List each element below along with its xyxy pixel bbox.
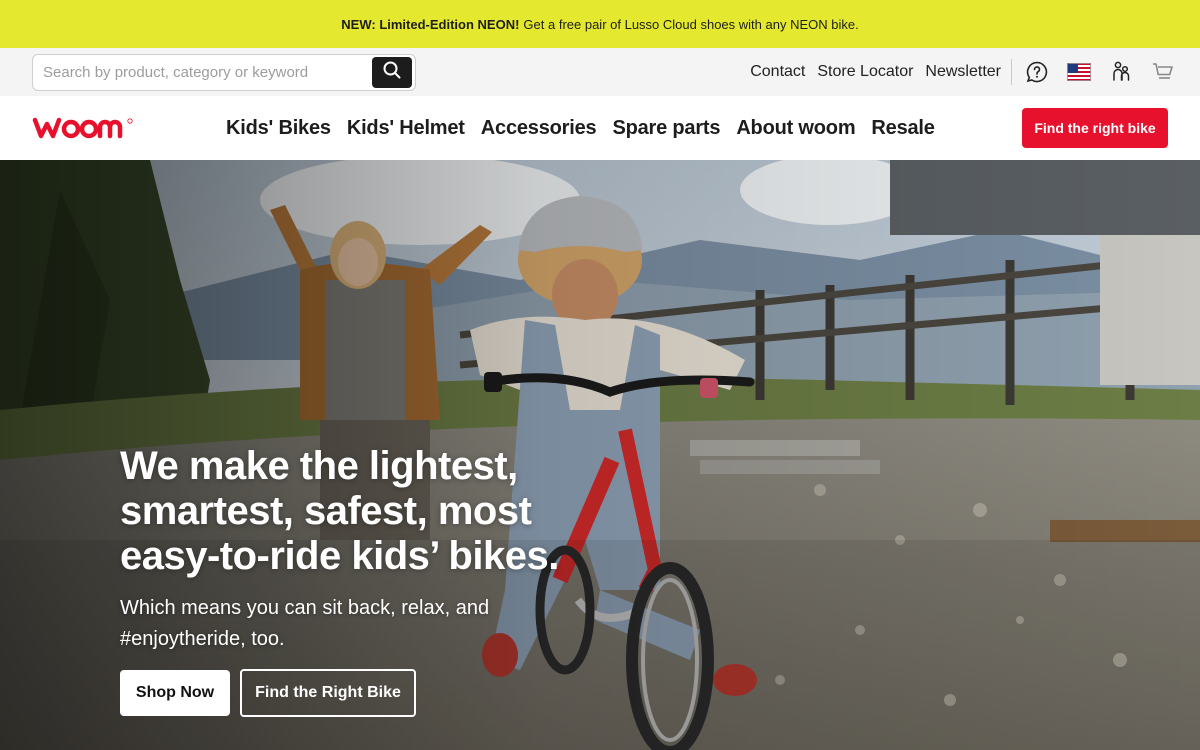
search-input[interactable] [33,55,372,90]
announcement-bar[interactable]: NEW: Limited-Edition NEON! Get a free pa… [0,0,1200,48]
announcement-text: Get a free pair of Lusso Cloud shoes wit… [523,16,859,32]
help-icon[interactable] [1024,59,1050,85]
divider [1011,59,1012,85]
nav-resale[interactable]: Resale [871,117,934,140]
nav-about-woom[interactable]: About woom [736,117,855,140]
store-locator-link[interactable]: Store Locator [817,63,913,81]
utility-links: Contact Store Locator Newsletter [750,48,1176,96]
woom-logo[interactable] [32,115,138,141]
main-navigation: Kids' Bikes Kids' Helmet Accessories Spa… [0,96,1200,160]
nav-spare-parts[interactable]: Spare parts [612,117,720,140]
cart-icon[interactable] [1150,59,1176,85]
shop-now-button[interactable]: Shop Now [120,670,230,716]
search-box [32,54,416,91]
hero-section: We make the lightest, smartest, safest, … [0,160,1200,750]
nav-kids-bikes[interactable]: Kids' Bikes [226,117,331,140]
nav-menu: Kids' Bikes Kids' Helmet Accessories Spa… [226,96,951,160]
find-the-right-bike-button[interactable]: Find the Right Bike [240,669,416,717]
nav-kids-helmet[interactable]: Kids' Helmet [347,117,465,140]
search-icon [383,61,401,84]
search-button[interactable] [372,57,412,88]
contact-link[interactable]: Contact [750,63,805,81]
nav-accessories[interactable]: Accessories [481,117,597,140]
hero-copy: We make the lightest, smartest, safest, … [120,444,620,655]
announcement-highlight: NEW: Limited-Edition NEON! [341,16,520,32]
hero-buttons: Shop Now Find the Right Bike [120,669,416,717]
utility-bar: Contact Store Locator Newsletter [0,48,1200,96]
hero-subtitle: Which means you can sit back, relax, and… [120,597,490,650]
us-flag-icon[interactable] [1066,59,1092,85]
find-right-bike-button[interactable]: Find the right bike [1022,108,1168,148]
hero-title: We make the lightest, smartest, safest, … [120,444,559,578]
newsletter-link[interactable]: Newsletter [925,63,1001,81]
community-icon[interactable] [1108,59,1134,85]
